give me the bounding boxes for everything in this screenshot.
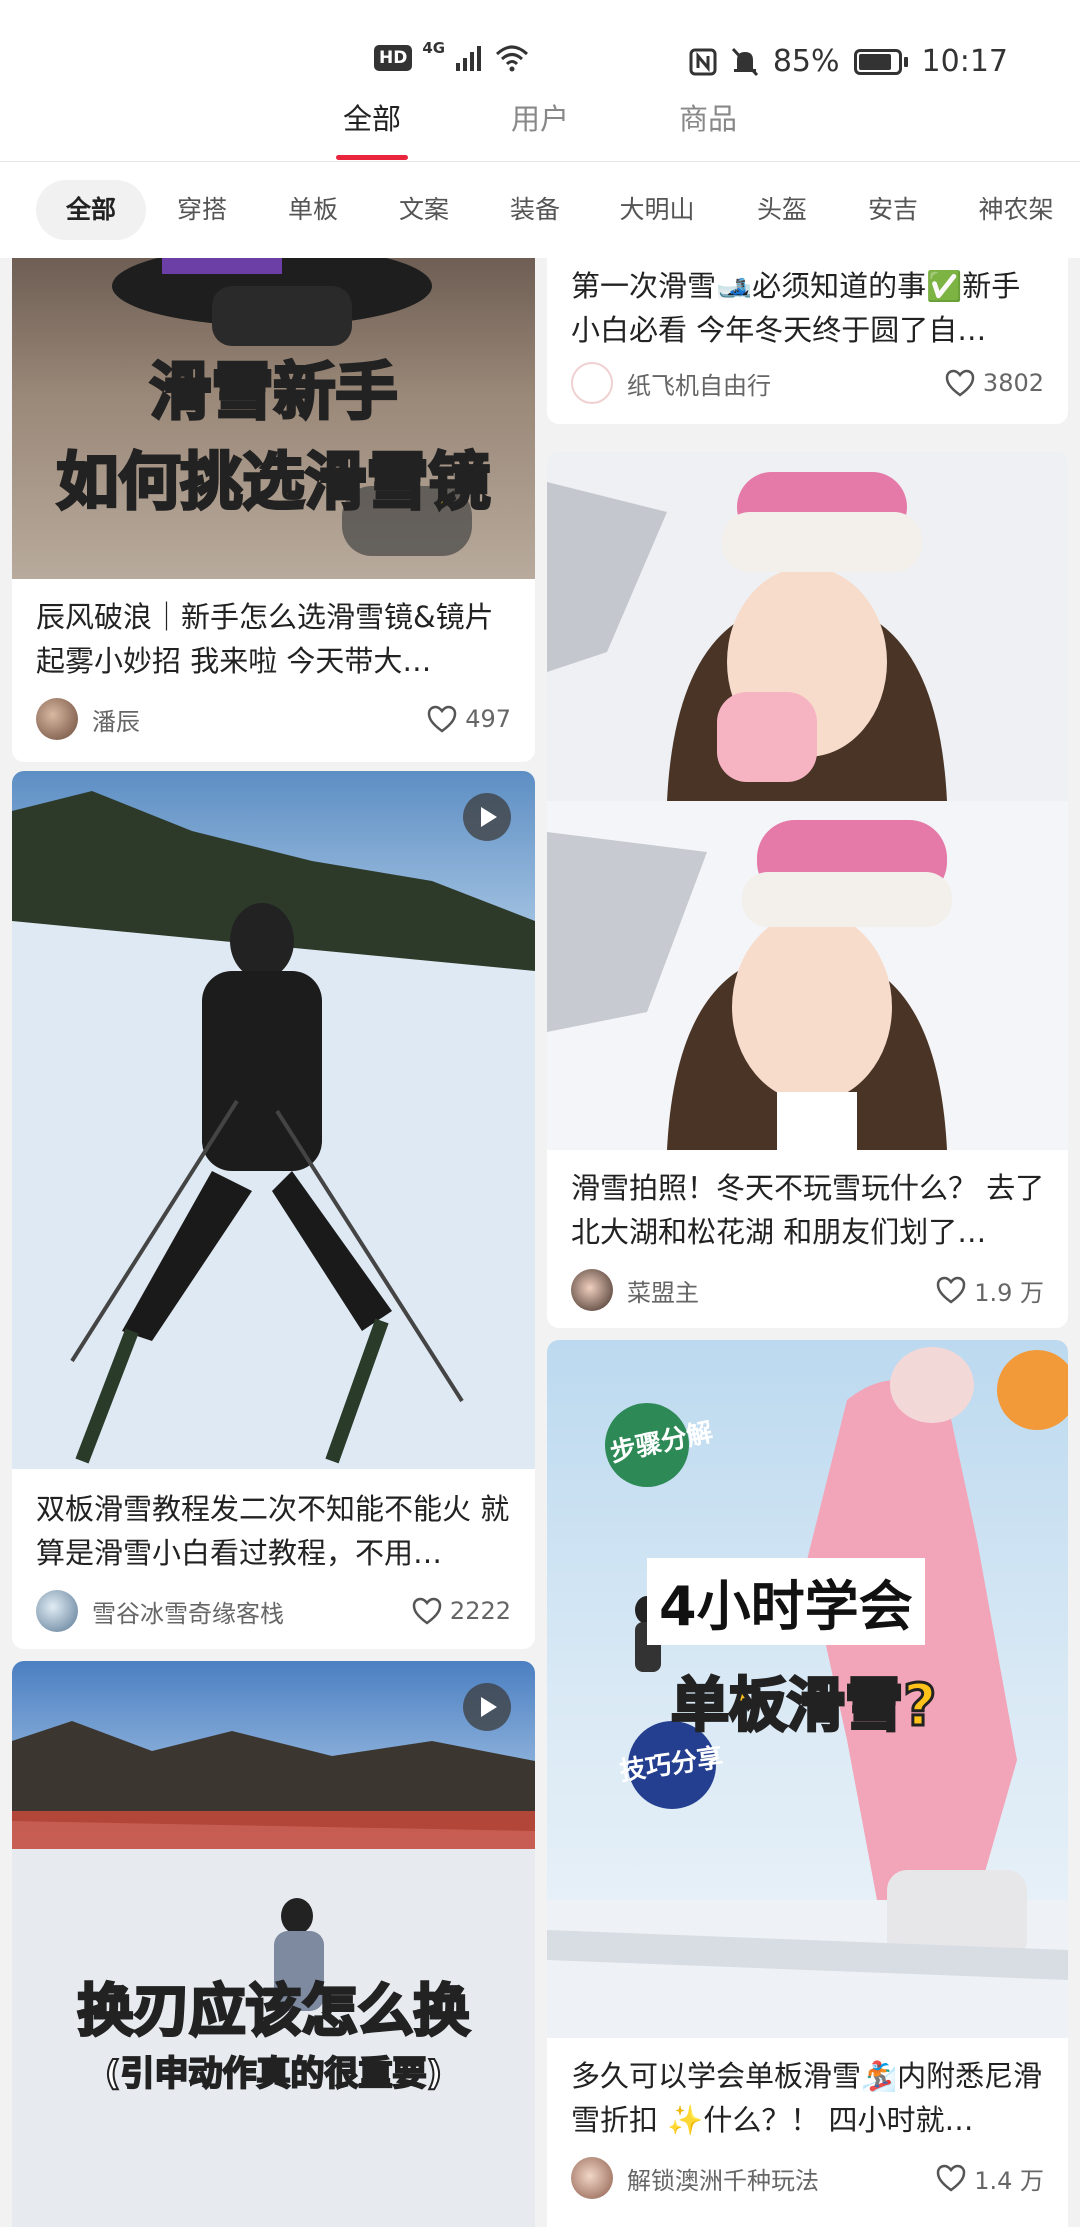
tab-users[interactable]: 用户	[511, 96, 569, 138]
status-right: 85% 10:17	[689, 44, 1008, 79]
video-play-icon	[463, 793, 511, 841]
chip-gear[interactable]: 装备	[480, 180, 590, 240]
note-title: 辰风破浪｜新手怎么选滑雪镜&镜片起雾小妙招 我来啦 今天带大…	[36, 600, 494, 678]
note-card-ski-photo[interactable]: 滑雪拍照！冬天不玩雪玩什么？ 去了北大湖和松花湖 和朋友们划了… 菜盟主 1.9…	[547, 452, 1068, 1328]
note-meta: 雪谷冰雪奇缘客栈 2222	[36, 1589, 511, 1633]
like-button[interactable]: 1.9 万	[936, 1273, 1044, 1308]
battery-percent: 85%	[772, 44, 840, 79]
tab-products[interactable]: 商品	[679, 96, 737, 138]
note-title: 滑雪拍照！冬天不玩雪玩什么？ 去了北大湖和松花湖 和朋友们划了…	[571, 1171, 1045, 1249]
heart-icon	[427, 705, 457, 733]
author-avatar[interactable]	[36, 698, 78, 740]
note-card-goggles[interactable]: 滑雪新手 如何挑选滑雪镜 辰风破浪｜新手怎么选滑雪镜&镜片起雾小妙招 我来啦 今…	[12, 258, 535, 762]
chip-helmet[interactable]: 头盔	[727, 180, 837, 240]
author-avatar[interactable]	[571, 362, 613, 404]
search-result-tabs: 全部 用户 商品	[0, 90, 1080, 162]
note-title: 双板滑雪教程发二次不知能不能火 就算是滑雪小白看过教程，不用…	[36, 1492, 510, 1570]
video-play-icon	[463, 1683, 511, 1731]
tab-all[interactable]: 全部	[343, 96, 401, 138]
note-meta: 纸飞机自由行 3802	[571, 361, 1044, 405]
battery-fill	[858, 53, 891, 70]
chip-copywriting[interactable]: 文案	[369, 180, 479, 240]
cover-image	[547, 452, 1068, 1150]
note-card-first-ski[interactable]: 第一次滑雪🎿必须知道的事✅新手小白必看 今年冬天终于圆了自… 纸飞机自由行 38…	[547, 258, 1068, 424]
cover-overlay-2: 如何挑选滑雪镜	[55, 444, 492, 520]
author-avatar[interactable]	[571, 2157, 613, 2199]
note-meta: 解锁澳洲千种玩法 1.4 万	[571, 2156, 1044, 2200]
cover-overlay-2: (引申动作真的很重要)	[104, 2053, 443, 2095]
like-count: 2222	[449, 1597, 511, 1625]
chip-snowboard[interactable]: 单板	[258, 180, 368, 240]
battery-icon	[853, 48, 908, 75]
slope-photo	[12, 1721, 535, 2227]
cover-image: 换刃应该怎么换 (引申动作真的很重要)	[12, 1661, 535, 2227]
note-card-snowboard[interactable]: 步骤分解 4小时学会 单板滑雪? 技巧分享 多久可以学会单板滑雪🏂内附悉尼滑雪折…	[547, 1340, 1068, 2227]
author-name[interactable]: 雪谷冰雪奇缘客栈	[92, 1594, 412, 1629]
cover-overlay-1: 4小时学会	[647, 1558, 925, 1645]
note-title: 多久可以学会单板滑雪🏂内附悉尼滑雪折扣 ✨什么？！ 四小时就…	[571, 2059, 1043, 2137]
heart-icon	[936, 2164, 966, 2192]
heart-icon	[945, 369, 975, 397]
note-meta: 潘辰 497	[36, 697, 511, 741]
clock: 10:17	[921, 44, 1008, 79]
status-bar: HD 4G 85% 10:17	[0, 0, 1080, 90]
chip-all[interactable]: 全部	[35, 180, 147, 240]
author-avatar[interactable]	[36, 1590, 78, 1632]
like-count: 1.4 万	[974, 2166, 1044, 2195]
note-card-edge[interactable]: 换刃应该怎么换 (引申动作真的很重要)	[12, 1661, 535, 2227]
skier-photo	[12, 791, 535, 1469]
author-name[interactable]: 潘辰	[92, 702, 427, 737]
like-count: 3802	[982, 369, 1044, 397]
wifi-icon	[496, 45, 529, 72]
hd-badge: HD	[374, 45, 413, 71]
chip-damingshan[interactable]: 大明山	[589, 180, 724, 240]
chip-anji[interactable]: 安吉	[838, 180, 948, 240]
note-meta: 菜盟主 1.9 万	[571, 1268, 1044, 1312]
note-feed: 滑雪新手 如何挑选滑雪镜 辰风破浪｜新手怎么选滑雪镜&镜片起雾小妙招 我来啦 今…	[0, 258, 1080, 2227]
like-button[interactable]: 1.4 万	[936, 2161, 1044, 2196]
network-type: 4G	[422, 39, 446, 57]
signal-icon	[456, 46, 482, 71]
filter-chip-row: 全部 穿搭 单板 文案 装备 大明山 头盔 安吉 神农架	[0, 162, 1080, 258]
mute-bell-icon	[731, 47, 758, 76]
like-button[interactable]: 497	[427, 705, 511, 733]
cover-overlay-1: 滑雪新手	[148, 354, 399, 430]
status-left: HD 4G	[374, 39, 529, 72]
cover-image: 步骤分解 4小时学会 单板滑雪? 技巧分享	[547, 1340, 1068, 2038]
like-button[interactable]: 3802	[945, 369, 1044, 397]
author-avatar[interactable]	[571, 1269, 613, 1311]
like-count: 1.9 万	[974, 1278, 1044, 1307]
author-name[interactable]: 菜盟主	[627, 1273, 936, 1308]
heart-icon	[936, 1276, 966, 1304]
portrait-photo	[547, 452, 1068, 1150]
nfc-icon	[689, 48, 717, 75]
cover-overlay-1: 换刃应该怎么换	[76, 1978, 471, 2046]
like-button[interactable]: 2222	[412, 1597, 511, 1625]
chip-shennongjia[interactable]: 神农架	[948, 180, 1080, 240]
cover-overlay-2: 单板滑雪?	[670, 1670, 939, 1741]
cover-image: 滑雪新手 如何挑选滑雪镜	[12, 258, 535, 579]
author-name[interactable]: 纸飞机自由行	[627, 366, 945, 401]
note-card-double-board[interactable]: 双板滑雪教程发二次不知能不能火 就算是滑雪小白看过教程，不用… 雪谷冰雪奇缘客栈…	[12, 771, 535, 1649]
note-title: 第一次滑雪🎿必须知道的事✅新手小白必看 今年冬天终于圆了自…	[571, 269, 1021, 347]
heart-icon	[412, 1597, 442, 1625]
like-count: 497	[465, 705, 511, 733]
cover-image	[12, 771, 535, 1469]
chip-outfit[interactable]: 穿搭	[147, 180, 257, 240]
author-name[interactable]: 解锁澳洲千种玩法	[627, 2161, 936, 2196]
